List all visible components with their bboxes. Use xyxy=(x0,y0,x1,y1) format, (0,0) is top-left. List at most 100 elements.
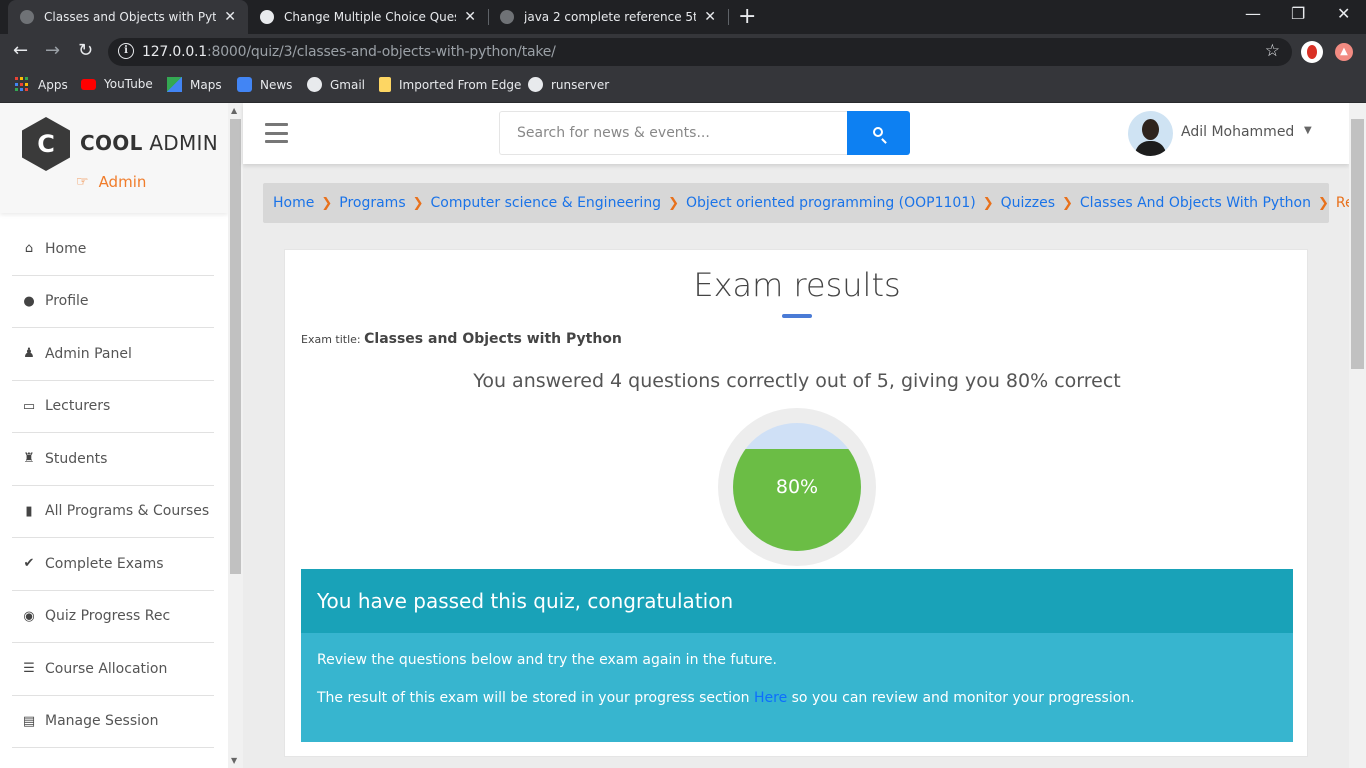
calendar-icon: ▤ xyxy=(22,713,36,729)
sidebar-item-students[interactable]: ♜ Students xyxy=(12,433,214,486)
sidebar-item-programs-courses[interactable]: ▮ All Programs & Courses xyxy=(12,486,214,538)
bookmark-label: runserver xyxy=(551,77,610,92)
sidebar-item-label: Home xyxy=(45,240,87,257)
scroll-down-icon[interactable]: ▼ xyxy=(231,756,237,765)
browser-tab-active[interactable]: Classes and Objects with Python ✕ xyxy=(8,0,248,34)
page-title: Exam results xyxy=(693,266,901,304)
search-icon xyxy=(873,127,883,137)
avatar[interactable] xyxy=(1128,111,1173,156)
menu-toggle-icon[interactable] xyxy=(265,123,288,143)
alert-heading: You have passed this quiz, congratulatio… xyxy=(301,569,1293,633)
minimize-icon[interactable]: — xyxy=(1245,4,1261,23)
chevron-right-icon: ❯ xyxy=(321,195,333,211)
sidebar-item-label: Manage Session xyxy=(45,713,159,730)
brand-light: ADMIN xyxy=(149,131,219,155)
title-divider xyxy=(782,314,812,318)
bookmark-star-icon[interactable]: ☆ xyxy=(1265,41,1280,61)
url-text[interactable]: 127.0.0.1:8000/quiz/3/classes-and-object… xyxy=(142,44,556,60)
breadcrumb-programs[interactable]: Programs xyxy=(339,195,405,211)
close-window-icon[interactable]: ✕ xyxy=(1337,4,1350,23)
globe-icon xyxy=(307,77,322,92)
search-button[interactable] xyxy=(847,111,910,155)
sidebar-item-complete-exams[interactable]: ✔ Complete Exams xyxy=(12,538,214,591)
address-bar[interactable]: i 127.0.0.1:8000/quiz/3/classes-and-obje… xyxy=(108,38,1292,66)
sidebar-item-manage-session[interactable]: ▤ Manage Session xyxy=(12,696,214,748)
bookmark-label: Apps xyxy=(38,77,68,92)
browser-tab-strip: Classes and Objects with Python ✕ Change… xyxy=(0,0,1366,34)
new-tab-button[interactable]: + xyxy=(738,4,756,29)
bookmark-folder-imported[interactable]: Imported From Edge xyxy=(379,77,521,92)
chevron-right-icon: ❯ xyxy=(1318,195,1329,211)
bookmark-news[interactable]: News xyxy=(237,77,292,92)
search-input[interactable] xyxy=(499,111,848,155)
user-role: ☞ Admin xyxy=(76,173,146,191)
sidebar-item-label: Complete Exams xyxy=(45,555,164,572)
bookmark-label: Gmail xyxy=(330,77,366,92)
reload-icon[interactable]: ↻ xyxy=(78,40,93,61)
breadcrumb-quiz[interactable]: Classes And Objects With Python xyxy=(1080,195,1311,211)
forward-arrow-icon[interactable]: → xyxy=(45,40,60,61)
bookmark-runserver[interactable]: runserver xyxy=(528,77,609,92)
bookmark-label: Maps xyxy=(190,77,222,92)
brand-logo[interactable]: C COOL ADMIN ☞ Admin xyxy=(0,103,228,213)
site-info-icon[interactable]: i xyxy=(118,43,134,59)
main-scrollbar[interactable] xyxy=(1349,103,1366,768)
top-header: Adil Mohammed ▼ xyxy=(243,103,1349,164)
bookmark-gmail[interactable]: Gmail xyxy=(307,77,365,92)
pass-alert: You have passed this quiz, congratulatio… xyxy=(301,569,1293,742)
chevron-right-icon: ❯ xyxy=(412,195,424,211)
scrollbar-thumb[interactable] xyxy=(230,119,241,574)
breadcrumb-quizzes[interactable]: Quizzes xyxy=(1001,195,1055,211)
browser-tab[interactable]: java 2 complete reference 5th ed ✕ xyxy=(488,0,728,34)
exam-title-label: Exam title: xyxy=(301,333,361,346)
close-tab-icon[interactable]: ✕ xyxy=(704,9,716,25)
extension-icon[interactable]: ▲ xyxy=(1335,43,1353,61)
alert-text: The result of this exam will be stored i… xyxy=(317,690,754,706)
sidebar-item-admin-panel[interactable]: ♟ Admin Panel xyxy=(12,328,214,381)
sidebar-scrollbar[interactable]: ▲ ▼ xyxy=(228,103,243,768)
exam-title-value: Classes and Objects with Python xyxy=(364,331,622,347)
list-icon: ☰ xyxy=(23,661,35,677)
globe-icon xyxy=(528,77,543,92)
tab-separator xyxy=(728,9,729,25)
back-arrow-icon[interactable]: ← xyxy=(13,40,28,61)
breadcrumb-program[interactable]: Computer science & Engineering xyxy=(431,195,662,211)
sidebar-item-lecturers[interactable]: ▭ Lecturers xyxy=(12,381,214,433)
chevron-right-icon: ❯ xyxy=(982,195,994,211)
progress-link[interactable]: Here xyxy=(754,690,787,706)
profile-extension-icon[interactable] xyxy=(1301,41,1323,63)
sidebar-menu: ⌂ Home ● Profile ♟ Admin Panel ▭ Lecturers ♜… xyxy=(12,223,214,748)
scroll-up-icon[interactable]: ▲ xyxy=(231,106,237,115)
bookmark-maps[interactable]: Maps xyxy=(167,77,222,92)
bookmark-youtube[interactable]: YouTube xyxy=(81,77,153,91)
bookmark-label: News xyxy=(260,77,293,92)
user-name[interactable]: Adil Mohammed xyxy=(1181,124,1294,140)
chevron-right-icon: ❯ xyxy=(1062,195,1073,211)
url-host: 127.0.0.1 xyxy=(142,44,207,60)
close-tab-icon[interactable]: ✕ xyxy=(224,9,236,25)
scrollbar-thumb[interactable] xyxy=(1351,119,1364,369)
globe-icon xyxy=(260,10,274,24)
sidebar-item-label: Lecturers xyxy=(45,398,111,415)
browser-tab[interactable]: Change Multiple Choice Question ✕ xyxy=(248,0,488,34)
apps-grid-icon xyxy=(15,77,30,92)
page-favicon-icon xyxy=(20,10,34,24)
close-tab-icon[interactable]: ✕ xyxy=(464,9,476,25)
brand-name: COOL ADMIN xyxy=(80,131,218,155)
book-open-icon: ▮ xyxy=(25,503,33,519)
user-icon: ● xyxy=(23,293,35,309)
sidebar-item-profile[interactable]: ● Profile xyxy=(12,276,214,328)
sidebar-item-course-allocation[interactable]: ☰ Course Allocation xyxy=(12,643,214,696)
youtube-icon xyxy=(81,78,96,90)
breadcrumb-home[interactable]: Home xyxy=(273,195,314,211)
gauge-circle: 80% xyxy=(733,423,861,551)
chevron-down-icon[interactable]: ▼ xyxy=(1304,125,1312,136)
breadcrumb-course[interactable]: Object oriented programming (OOP1101) xyxy=(686,195,976,211)
sidebar-item-home[interactable]: ⌂ Home xyxy=(12,223,214,276)
sidebar-item-label: Quiz Progress Rec xyxy=(45,608,171,625)
sidebar-item-quiz-progress[interactable]: ◉ Quiz Progress Rec xyxy=(12,591,214,643)
bookmark-apps[interactable]: Apps xyxy=(15,77,68,92)
restore-icon[interactable]: ❐ xyxy=(1291,4,1305,23)
record-icon: ◉ xyxy=(23,608,35,624)
gauge-percent-label: 80% xyxy=(775,476,819,498)
